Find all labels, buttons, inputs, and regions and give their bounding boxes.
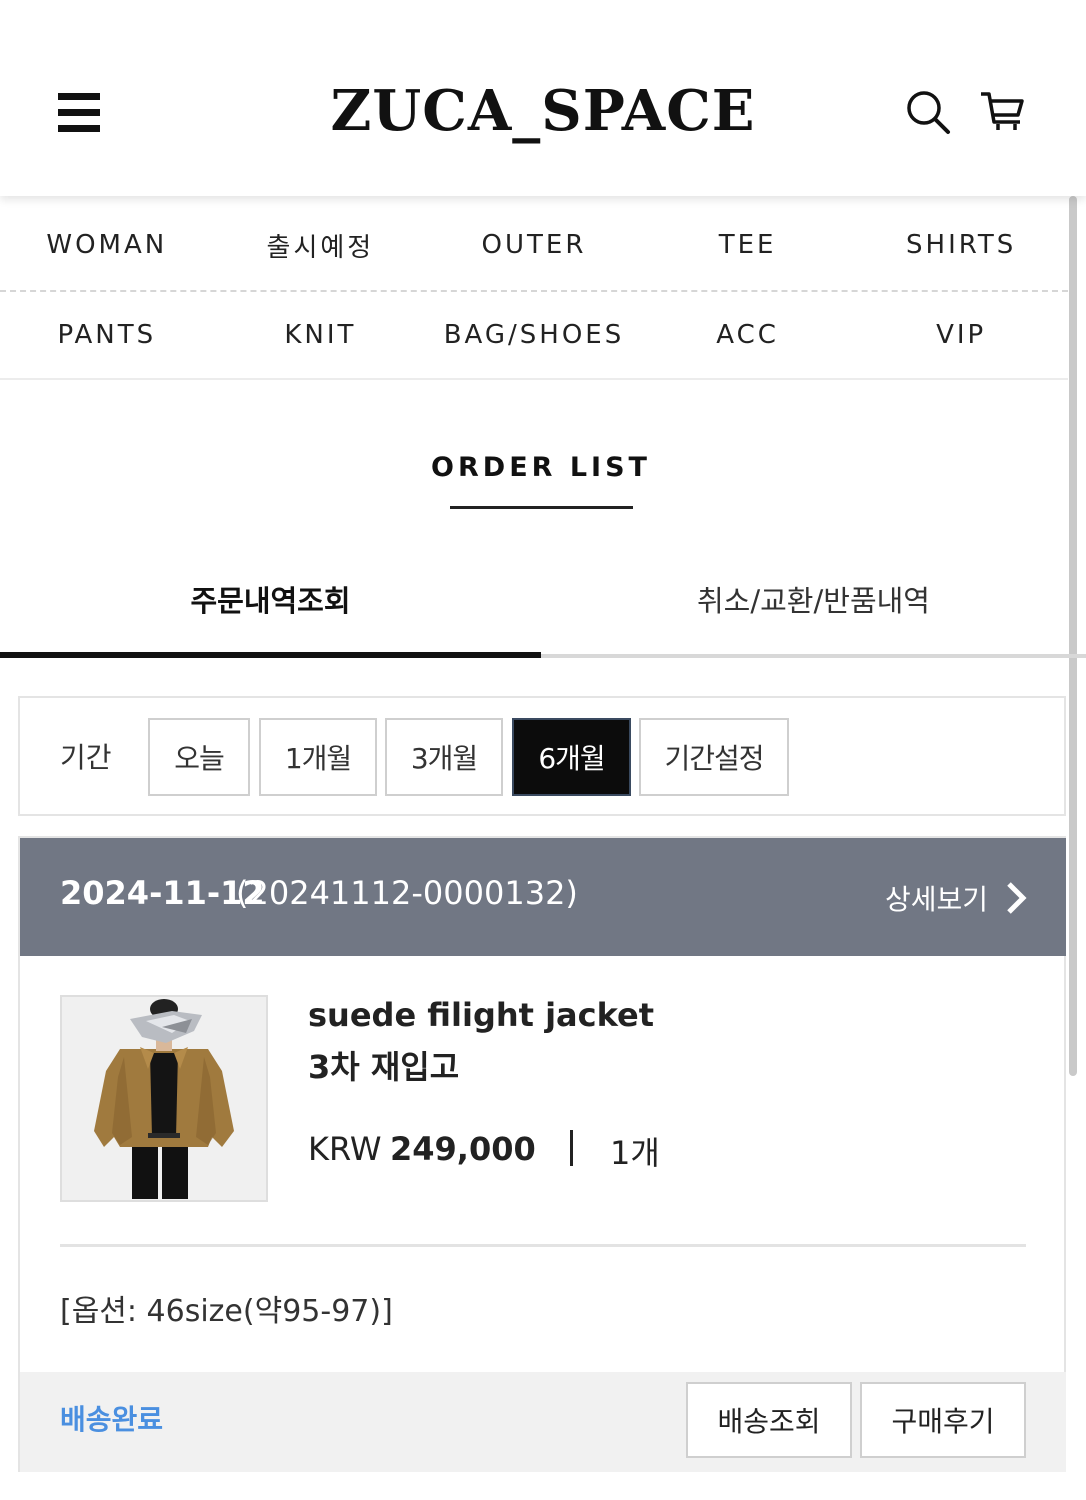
page-title: ORDER LIST bbox=[431, 452, 651, 483]
search-icon[interactable] bbox=[904, 88, 954, 138]
category-row-2: PANTS KNIT BAG/SHOES ACC VIP bbox=[0, 292, 1068, 380]
period-6month-button[interactable]: 6개월 bbox=[512, 718, 631, 796]
price-amount: 249,000 bbox=[390, 1130, 536, 1168]
title-underline bbox=[450, 506, 633, 509]
cart-icon[interactable] bbox=[978, 88, 1028, 138]
period-filter: 기간 오늘 1개월 3개월 6개월 기간설정 bbox=[18, 696, 1066, 816]
nav-woman[interactable]: WOMAN bbox=[0, 230, 214, 260]
order-number: (20241112-0000132) bbox=[236, 874, 578, 912]
track-delivery-button[interactable]: 배송조회 bbox=[686, 1382, 852, 1458]
card-divider bbox=[60, 1244, 1026, 1247]
site-header: ZUCA_SPACE bbox=[0, 0, 1086, 196]
chevron-right-icon bbox=[1007, 882, 1027, 914]
product-name-note[interactable]: 3차 재입고 bbox=[308, 1042, 459, 1088]
nav-outer[interactable]: OUTER bbox=[427, 230, 641, 260]
quantity: 1개 bbox=[610, 1134, 660, 1172]
tab-order-history[interactable]: 주문내역조회 bbox=[0, 560, 541, 658]
period-1month-button[interactable]: 1개월 bbox=[259, 718, 377, 796]
order-header: 2024-11-12 (20241112-0000132) 상세보기 bbox=[20, 838, 1066, 956]
nav-bag-shoes[interactable]: BAG/SHOES bbox=[427, 320, 641, 350]
nav-acc[interactable]: ACC bbox=[641, 320, 855, 350]
status-badge: 배송완료 bbox=[60, 1403, 164, 1436]
write-review-button[interactable]: 구매후기 bbox=[860, 1382, 1026, 1458]
category-row-1: WOMAN 출시예정 OUTER TEE SHIRTS bbox=[0, 200, 1068, 292]
nav-tee[interactable]: TEE bbox=[641, 230, 855, 260]
nav-shirts[interactable]: SHIRTS bbox=[854, 230, 1068, 260]
period-today-button[interactable]: 오늘 bbox=[148, 718, 250, 796]
nav-knit[interactable]: KNIT bbox=[214, 320, 428, 350]
price-separator bbox=[570, 1130, 573, 1166]
tab-order-history-label: 주문내역조회 bbox=[190, 584, 351, 618]
product-thumbnail[interactable] bbox=[60, 995, 268, 1202]
order-date: 2024-11-12 bbox=[60, 874, 265, 912]
product-option: [옵션: 46size(약95-97)] bbox=[60, 1294, 393, 1329]
tab-cancel-exchange-return-label: 취소/교환/반품내역 bbox=[697, 584, 930, 618]
period-custom-button[interactable]: 기간설정 bbox=[639, 718, 789, 796]
nav-upcoming[interactable]: 출시예정 bbox=[214, 227, 428, 264]
order-tabs: 주문내역조회 취소/교환/반품내역 bbox=[0, 560, 1086, 658]
period-label: 기간 bbox=[60, 741, 112, 774]
nav-vip[interactable]: VIP bbox=[854, 320, 1068, 350]
period-3month-button[interactable]: 3개월 bbox=[385, 718, 503, 796]
order-detail-label: 상세보기 bbox=[884, 883, 988, 916]
nav-pants[interactable]: PANTS bbox=[0, 320, 214, 350]
tab-cancel-exchange-return[interactable]: 취소/교환/반품내역 bbox=[541, 560, 1086, 658]
order-footer: 배송완료 배송조회 구매후기 bbox=[20, 1372, 1066, 1472]
product-name[interactable]: suede filight jacket bbox=[308, 996, 654, 1034]
price-currency: KRW bbox=[308, 1130, 382, 1168]
category-nav: WOMAN 출시예정 OUTER TEE SHIRTS PANTS KNIT B… bbox=[0, 200, 1068, 380]
order-card: 2024-11-12 (20241112-0000132) 상세보기 suede… bbox=[18, 836, 1066, 1472]
order-detail-link[interactable]: 상세보기 bbox=[885, 876, 1028, 920]
